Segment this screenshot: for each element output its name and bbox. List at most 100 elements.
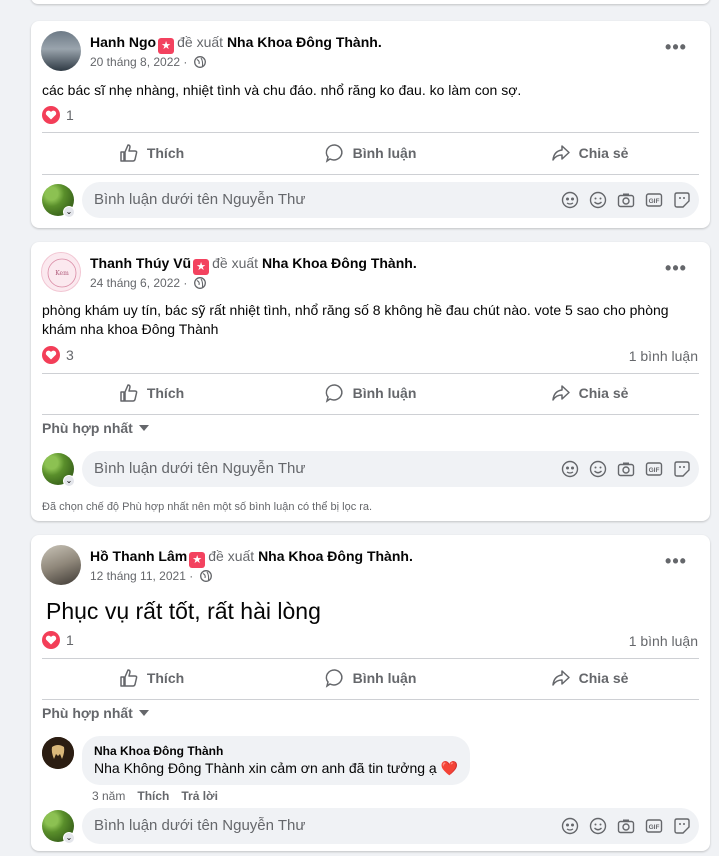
gif-icon[interactable]: GIF (645, 191, 663, 209)
composer-tools: GIF (561, 817, 691, 835)
comment-filter[interactable]: Phù hợp nhất (42, 705, 149, 721)
chevron-down-icon[interactable]: ⌄ (63, 832, 75, 844)
filter-note: Đã chọn chế độ Phù hợp nhất nên một số b… (42, 501, 373, 513)
comment-filter[interactable]: Phù hợp nhất (42, 420, 149, 436)
like-label: Thích (146, 670, 185, 686)
share-button[interactable]: Chia sẻ (480, 658, 699, 698)
caret-down-icon (138, 425, 149, 431)
share-label: Chia sẻ (578, 145, 629, 161)
author-avatar[interactable] (41, 545, 81, 585)
heart-icon (42, 106, 60, 124)
page-name[interactable]: Nha Khoa Đông Thành. (227, 34, 382, 50)
divider (42, 174, 699, 175)
action-bar: Thích Bình luận Chia sẻ (42, 658, 699, 698)
comment-count[interactable]: 1 bình luận (629, 633, 698, 649)
camera-icon[interactable] (617, 817, 635, 835)
like-button[interactable]: Thích (42, 373, 261, 413)
author-name[interactable]: Thanh Thúy Vũ (90, 255, 191, 271)
sticker-icon[interactable] (673, 817, 691, 835)
like-button[interactable]: Thích (42, 133, 261, 173)
camera-icon[interactable] (617, 191, 635, 209)
reply-text: Nha Không Đông Thành xin cảm ơn anh đã t… (94, 760, 459, 776)
comment-button[interactable]: Bình luận (261, 658, 480, 698)
reply-avatar[interactable] (42, 737, 74, 769)
author-name[interactable]: Hồ Thanh Lâm (90, 548, 187, 564)
post-date[interactable]: 24 tháng 6, 2022 · (90, 276, 187, 290)
post-header: Kem Thanh Thúy Vũ ★ đề xuất Nha Khoa Đông … (41, 252, 691, 294)
post-card: Hanh Ngo ★ đề xuất Nha Khoa Đông Thành. 20… (31, 21, 710, 228)
recommends-label: đề xuất (208, 548, 255, 564)
action-bar: Thích Bình luận Chia sẻ (42, 133, 699, 173)
sticker-icon[interactable] (673, 460, 691, 478)
chevron-down-icon[interactable]: ⌄ (63, 475, 75, 487)
author-line: Hồ Thanh Lâm ★ đề xuất Nha Khoa Đông Thành… (90, 548, 413, 568)
share-icon (551, 385, 570, 401)
divider (42, 699, 699, 700)
divider (42, 414, 699, 415)
comment-label: Bình luận (352, 385, 417, 401)
author-avatar[interactable]: Kem (41, 252, 81, 292)
gif-icon[interactable]: GIF (645, 817, 663, 835)
filter-label: Phù hợp nhất (42, 420, 133, 436)
emoji-icon[interactable] (589, 817, 607, 835)
reply-meta: 3 năm Thích Trả lời (92, 789, 230, 803)
post-card: Hồ Thanh Lâm ★ đề xuất Nha Khoa Đông Thành… (31, 535, 710, 851)
recommend-star-icon: ★ (193, 259, 210, 275)
comment-composer: ⌄ Bình luận dưới tên Nguyễn Thư GIF (42, 451, 699, 487)
comment-input[interactable]: Bình luận dưới tên Nguyễn Thư GIF (82, 451, 699, 487)
page-name[interactable]: Nha Khoa Đông Thành. (258, 548, 413, 564)
action-bar: Thích Bình luận Chia sẻ (42, 373, 699, 413)
recommend-star-icon: ★ (189, 552, 206, 568)
comment-placeholder: Bình luận dưới tên Nguyễn Thư (94, 460, 306, 477)
author-logo: Kem (47, 258, 77, 288)
share-button[interactable]: Chia sẻ (480, 373, 699, 413)
author-line: Thanh Thúy Vũ ★ đề xuất Nha Khoa Đông Thàn… (90, 255, 417, 275)
avatar-icon[interactable] (561, 460, 579, 478)
chevron-down-icon[interactable]: ⌄ (63, 206, 75, 218)
more-icon[interactable]: ••• (661, 551, 691, 575)
reactions-summary[interactable]: 1 (42, 106, 74, 126)
gif-icon[interactable]: GIF (645, 460, 663, 478)
reaction-count: 3 (66, 347, 74, 363)
reply-reply-button[interactable]: Trả lời (181, 789, 218, 803)
post-date[interactable]: 20 tháng 8, 2022 · (90, 55, 187, 69)
more-icon[interactable]: ••• (661, 258, 691, 282)
like-label: Thích (146, 385, 185, 401)
share-button[interactable]: Chia sẻ (480, 133, 699, 173)
svg-text:Kem: Kem (55, 270, 69, 277)
author-avatar[interactable] (41, 31, 81, 71)
avatar-icon[interactable] (561, 191, 579, 209)
avatar-icon[interactable] (561, 817, 579, 835)
recommend-star-icon: ★ (158, 38, 175, 54)
comment-count[interactable]: 1 bình luận (629, 348, 698, 364)
comment-button[interactable]: Bình luận (261, 373, 480, 413)
page-name[interactable]: Nha Khoa Đông Thành. (262, 255, 417, 271)
recommends-label: đề xuất (212, 255, 259, 271)
comment-button[interactable]: Bình luận (261, 133, 480, 173)
composer-tools: GIF (561, 191, 691, 209)
more-icon[interactable]: ••• (661, 37, 691, 61)
like-button[interactable]: Thích (42, 658, 261, 698)
caret-down-icon (138, 710, 149, 716)
comment-icon (325, 669, 343, 688)
comment-input[interactable]: Bình luận dưới tên Nguyễn Thư GIF (82, 808, 699, 844)
emoji-icon[interactable] (589, 191, 607, 209)
comment-input[interactable]: Bình luận dưới tên Nguyễn Thư GIF (82, 182, 699, 218)
reactions-summary[interactable]: 3 (42, 346, 74, 366)
reactions-summary[interactable]: 1 (42, 631, 74, 651)
comment-label: Bình luận (352, 145, 417, 161)
camera-icon[interactable] (617, 460, 635, 478)
emoji-icon[interactable] (589, 460, 607, 478)
author-name[interactable]: Hanh Ngo (90, 34, 156, 50)
post-header: Hanh Ngo ★ đề xuất Nha Khoa Đông Thành. 20… (41, 31, 691, 73)
reply-age[interactable]: 3 năm (92, 789, 125, 803)
svg-text:GIF: GIF (649, 824, 660, 831)
sticker-icon[interactable] (673, 191, 691, 209)
filter-label: Phù hợp nhất (42, 705, 133, 721)
post-date[interactable]: 12 tháng 11, 2021 · (90, 569, 193, 583)
composer-tools: GIF (561, 460, 691, 478)
comment-icon (325, 144, 343, 163)
comment-label: Bình luận (352, 670, 417, 686)
reply-like-button[interactable]: Thích (137, 789, 169, 803)
reply-author[interactable]: Nha Khoa Đông Thành (94, 744, 458, 758)
